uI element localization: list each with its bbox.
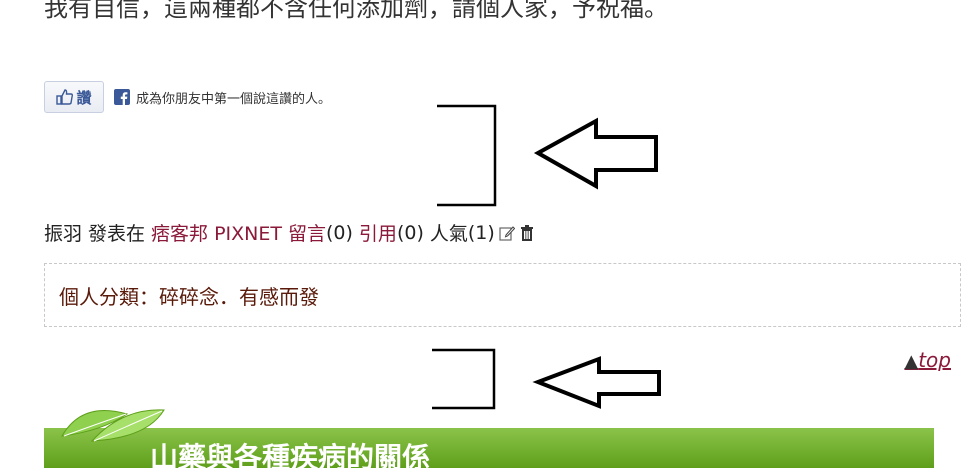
article-last-line: 我有自信，這兩種都不含任何添加劑，請個人家，予祝福。	[44, 0, 668, 22]
bracket-annotation-upper	[437, 104, 497, 207]
views-label: 人氣	[429, 223, 468, 245]
facebook-like-row: 讚 成為你朋友中第一個說這讚的人。	[44, 80, 331, 114]
trackback-count: (0)	[396, 221, 424, 244]
comments-link[interactable]: 留言	[288, 219, 326, 246]
category-link[interactable]: 碎碎念．有感而發	[159, 281, 319, 310]
post-author: 振羽	[44, 223, 83, 245]
bracket-annotation-lower	[432, 348, 496, 410]
trackback-link[interactable]: 引用	[359, 219, 397, 246]
facebook-icon	[114, 89, 130, 105]
category-box: 個人分類： 碎碎念．有感而發	[44, 263, 961, 327]
comments-count: (0)	[326, 221, 353, 244]
trash-icon[interactable]	[519, 224, 535, 242]
blog-name-link[interactable]: 痞客邦 PIXNET	[151, 219, 282, 246]
facebook-social-text: 成為你朋友中第一個說這讚的人。	[136, 91, 332, 107]
top-link-label: top	[918, 348, 951, 372]
up-triangle-icon: ▲	[904, 351, 919, 372]
posted-in-label: 發表在	[88, 223, 146, 245]
post-meta: 振羽 發表在 痞客邦 PIXNET 留言 (0) 引用 (0) 人氣 (1)	[44, 219, 535, 246]
facebook-like-button[interactable]: 讚	[44, 81, 104, 113]
thumbs-up-icon	[56, 89, 74, 105]
category-label: 個人分類：	[59, 284, 159, 309]
like-button-label: 讚	[76, 88, 92, 107]
arrow-icon-lower	[532, 356, 661, 409]
views-count: (1)	[467, 221, 495, 244]
edit-icon[interactable]	[499, 224, 515, 242]
next-post-title[interactable]: 山藥與各種疾病的關係	[150, 436, 430, 476]
arrow-icon-upper	[533, 117, 658, 190]
back-to-top-link[interactable]: ▲top	[904, 348, 951, 372]
